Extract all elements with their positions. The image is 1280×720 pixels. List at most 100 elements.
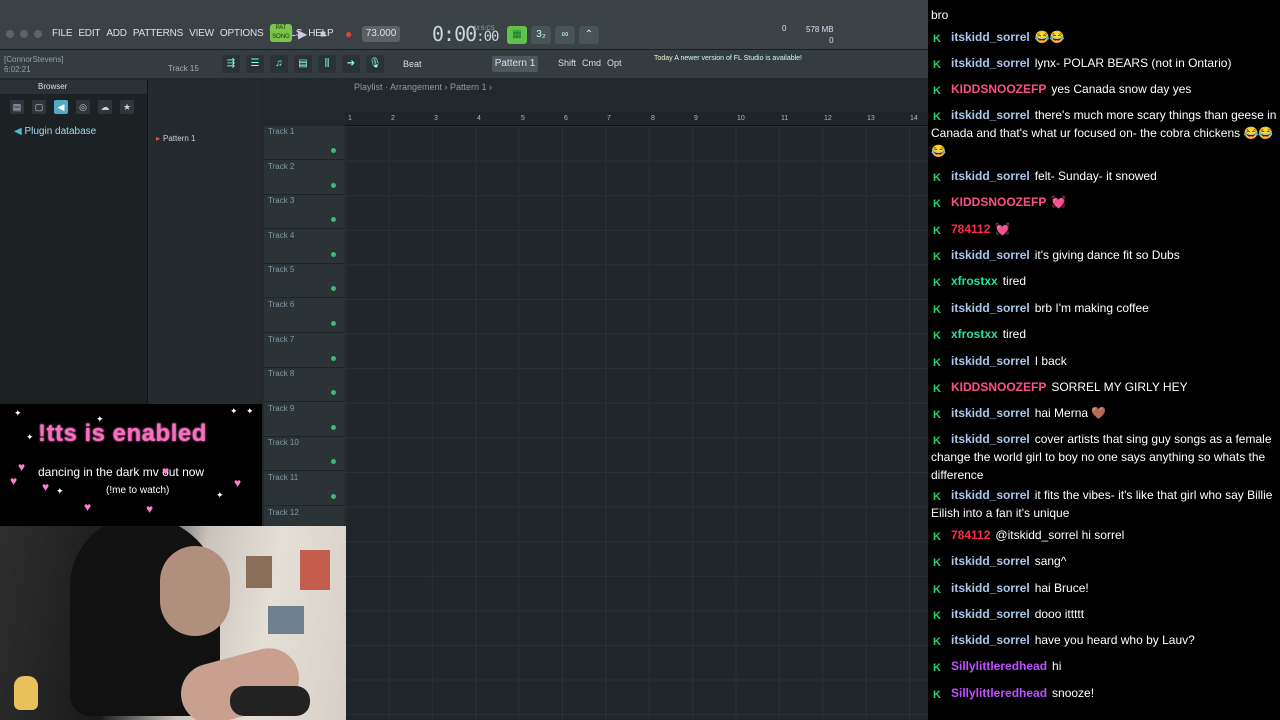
plugin-icon[interactable]: ◎ — [76, 100, 90, 114]
channel-rack-icon[interactable]: ▤ — [294, 55, 312, 73]
step-icon[interactable]: 3₂ — [531, 26, 551, 44]
chat-username[interactable]: itskidd_sorrel — [951, 248, 1030, 262]
star-icon[interactable]: ★ — [120, 100, 134, 114]
chat-username[interactable]: itskidd_sorrel — [951, 554, 1030, 568]
chat-text: @itskidd_sorrel hi sorrel — [995, 528, 1125, 542]
snap-icon[interactable]: ⇶ — [222, 55, 240, 73]
track-row[interactable]: Track 10 — [264, 437, 344, 472]
timeline-ruler[interactable]: 1 2 3 4 5 6 7 8 9 10 11 12 13 14 — [345, 112, 928, 126]
heart-icon: ♥ — [10, 474, 18, 488]
chat-username[interactable]: itskidd_sorrel — [951, 432, 1030, 446]
chat-username[interactable]: itskidd_sorrel — [951, 301, 1030, 315]
metronome-icon[interactable]: ▦ — [507, 26, 527, 44]
plugin-database[interactable]: ◀ Plugin database — [14, 126, 96, 137]
wave-icon[interactable]: ⌃ — [579, 26, 599, 44]
bar-number: 8 — [651, 115, 655, 122]
close-dot[interactable] — [6, 30, 14, 38]
chat-username[interactable]: xfrostxx — [951, 327, 998, 341]
chat-text: I back — [1034, 354, 1067, 368]
track-row[interactable]: Track 3 — [264, 195, 344, 230]
stop-icon[interactable]: ■ — [320, 29, 326, 40]
track-led[interactable] — [331, 494, 336, 499]
kick-badge-icon: K — [933, 610, 941, 622]
track-row[interactable]: Track 1 — [264, 126, 344, 160]
playlist-grid[interactable] — [345, 126, 928, 720]
chat-username[interactable]: xfrostxx — [951, 274, 998, 288]
play-icon[interactable]: ▶ — [298, 27, 307, 41]
loop-icon[interactable]: ∞ — [555, 26, 575, 44]
track-led[interactable] — [331, 321, 336, 326]
chat-username[interactable]: Sillylittleredhead — [951, 659, 1047, 673]
playlist-icon[interactable]: ☰ — [246, 55, 264, 73]
piano-roll-icon[interactable]: ♫ — [270, 55, 288, 73]
chat-text: 😂😂 — [1034, 30, 1065, 44]
chat-username[interactable]: 784112 — [951, 222, 990, 236]
chat-username[interactable]: itskidd_sorrel — [951, 56, 1030, 70]
track-led[interactable] — [331, 217, 336, 223]
opt-key[interactable]: Opt — [607, 58, 622, 68]
folder-icon[interactable]: ▤ — [10, 100, 24, 114]
track-led[interactable] — [331, 355, 336, 361]
track-led[interactable] — [331, 182, 336, 188]
chat-message: Kitskidd_sorrel hai Bruce! — [931, 579, 1277, 597]
chat-text: hai Bruce! — [1034, 581, 1089, 595]
news-panel[interactable]: Today A newer version of FL Studio is av… — [654, 54, 802, 63]
chat-username[interactable]: itskidd_sorrel — [951, 354, 1030, 368]
track-row[interactable]: Track 11 — [264, 472, 344, 506]
record-icon[interactable]: ● — [345, 27, 352, 41]
chat-username[interactable]: itskidd_sorrel — [951, 30, 1030, 44]
shift-key[interactable]: Shift — [558, 58, 576, 68]
sparkle-icon: ✦ — [56, 486, 64, 496]
menu-patterns[interactable]: PATTERNS — [133, 28, 183, 39]
track-row[interactable]: Track 4 — [264, 230, 344, 264]
zoom-dot[interactable] — [34, 30, 42, 38]
menu-edit[interactable]: EDIT — [78, 28, 100, 39]
beat-mode[interactable]: Beat — [403, 59, 422, 69]
track-row[interactable]: Track 7 — [264, 334, 344, 368]
menu-options[interactable]: OPTIONS — [220, 28, 264, 39]
pat-song-toggle[interactable]: PAT SONG — [270, 24, 292, 42]
chat-username[interactable]: Sillylittleredhead — [951, 686, 1047, 700]
cloud-icon[interactable]: ☁ — [98, 100, 112, 114]
menu-view[interactable]: VIEW — [189, 28, 214, 39]
chat-username[interactable]: itskidd_sorrel — [951, 488, 1030, 502]
tempo-display[interactable]: 73.000 — [362, 26, 400, 42]
browser-title[interactable]: Browser — [0, 80, 147, 94]
chat-username[interactable]: KIDDSNOOZEFP — [951, 195, 1046, 209]
track-row[interactable]: Track 8 — [264, 368, 344, 403]
arrow-icon[interactable]: ➜ — [342, 55, 360, 73]
chat-message: Kitskidd_sorrel dooo ittttt — [931, 605, 1277, 623]
pattern-item[interactable]: Pattern 1 — [156, 134, 195, 143]
chat-username[interactable]: itskidd_sorrel — [951, 581, 1030, 595]
kick-badge-icon: K — [933, 383, 941, 395]
chat-username[interactable]: 784112 — [951, 528, 990, 542]
track-row[interactable]: Track 2 — [264, 161, 344, 195]
speaker-icon[interactable]: ◀ — [54, 100, 68, 114]
track-led[interactable] — [331, 286, 336, 292]
file-icon[interactable]: ▢ — [32, 100, 46, 114]
track-led[interactable] — [331, 251, 336, 257]
chat-username[interactable]: itskidd_sorrel — [951, 607, 1030, 621]
chat-username[interactable]: KIDDSNOOZEFP — [951, 380, 1046, 394]
minimize-dot[interactable] — [20, 30, 28, 38]
cmd-key[interactable]: Cmd — [582, 58, 601, 68]
track-led[interactable] — [331, 148, 336, 153]
track-led[interactable] — [331, 390, 336, 396]
track-led[interactable] — [331, 424, 336, 430]
mixer-icon[interactable]: ⫼ — [318, 55, 336, 73]
track-row[interactable]: Track 9 — [264, 403, 344, 437]
track-row[interactable]: Track 6 — [264, 299, 344, 333]
kick-badge-icon: K — [933, 304, 941, 316]
menu-file[interactable]: FILE — [52, 28, 73, 39]
track-led[interactable] — [331, 459, 336, 465]
track-row[interactable]: Track 5 — [264, 264, 344, 299]
track-list: Track 1 Track 2 Track 3 Track 4 Track 5 … — [264, 126, 344, 541]
chat-username[interactable]: KIDDSNOOZEFP — [951, 82, 1046, 96]
menu-add[interactable]: ADD — [106, 28, 127, 39]
chat-username[interactable]: itskidd_sorrel — [951, 633, 1030, 647]
chat-username[interactable]: itskidd_sorrel — [951, 169, 1030, 183]
pattern-selector[interactable]: Pattern 1 — [492, 56, 538, 72]
mic-icon[interactable]: 🎙 — [366, 55, 384, 73]
chat-username[interactable]: itskidd_sorrel — [951, 406, 1030, 420]
chat-username[interactable]: itskidd_sorrel — [951, 108, 1030, 122]
